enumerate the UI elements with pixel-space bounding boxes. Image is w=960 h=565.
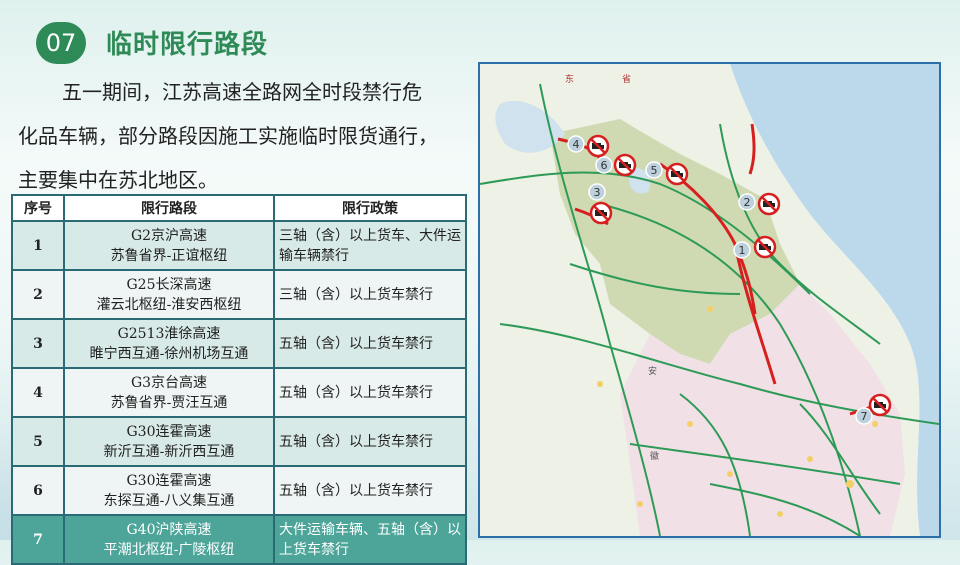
road-name: G25长深高速 bbox=[126, 276, 212, 293]
road-segment: 苏鲁省界-正谊枢纽 bbox=[110, 247, 228, 264]
road-segment: 新沂互通-新沂西互通 bbox=[103, 443, 235, 460]
svg-text:1: 1 bbox=[739, 244, 746, 257]
row-policy: 三轴（含）以上货车、大件运输车辆禁行 bbox=[273, 220, 467, 271]
road-name: G3京台高速 bbox=[130, 374, 208, 391]
map-label: 东 bbox=[565, 73, 574, 85]
svg-text:4: 4 bbox=[573, 138, 580, 151]
row-road: G30连霍高速东探互通-八义集互通 bbox=[63, 465, 275, 516]
road-name: G30连霍高速 bbox=[126, 472, 212, 489]
road-segment: 东探互通-八义集互通 bbox=[103, 492, 235, 509]
no-truck-icon bbox=[586, 134, 610, 158]
marker-7: 7 bbox=[855, 407, 873, 425]
row-road: G2513淮徐高速睢宁西互通-徐州机场互通 bbox=[63, 318, 275, 369]
svg-text:3: 3 bbox=[594, 186, 601, 199]
row-road: G25长深高速灌云北枢纽-淮安西枢纽 bbox=[63, 269, 275, 320]
row-road: G3京台高速苏鲁省界-贾汪互通 bbox=[63, 367, 275, 418]
row-road: G2京沪高速苏鲁省界-正谊枢纽 bbox=[63, 220, 275, 271]
svg-text:2: 2 bbox=[744, 196, 751, 209]
table-row: 5 G30连霍高速新沂互通-新沂西互通 五轴（含）以上货车禁行 bbox=[11, 416, 467, 467]
road-segment: 灌云北枢纽-淮安西枢纽 bbox=[96, 296, 242, 313]
intro-paragraph: 五一期间，江苏高速全路网全时段禁行危 化品车辆，部分路段因施工实施临时限货通行，… bbox=[18, 70, 470, 202]
row-number: 1 bbox=[11, 220, 65, 271]
road-name: G30连霍高速 bbox=[126, 423, 212, 440]
map-label: 省 bbox=[622, 73, 631, 85]
row-number: 2 bbox=[11, 269, 65, 320]
no-truck-icon bbox=[757, 192, 781, 216]
table-row: 3 G2513淮徐高速睢宁西互通-徐州机场互通 五轴（含）以上货车禁行 bbox=[11, 318, 467, 369]
highway-map: 东 省 徽 安 1 2 3 4 5 6 7 bbox=[478, 62, 941, 538]
section-number-badge: 07 bbox=[36, 22, 86, 64]
row-policy: 三轴（含）以上货车禁行 bbox=[273, 269, 467, 320]
no-truck-icon bbox=[868, 393, 892, 417]
row-policy: 五轴（含）以上货车禁行 bbox=[273, 318, 467, 369]
road-name: G40沪陕高速 bbox=[126, 521, 212, 538]
row-number: 3 bbox=[11, 318, 65, 369]
road-name: G2513淮徐高速 bbox=[117, 325, 221, 342]
row-policy: 五轴（含）以上货车禁行 bbox=[273, 416, 467, 467]
table-row: 4 G3京台高速苏鲁省界-贾汪互通 五轴（含）以上货车禁行 bbox=[11, 367, 467, 418]
intro-line-2: 化品车辆，部分路段因施工实施临时限货通行， bbox=[18, 124, 438, 148]
no-truck-icon bbox=[665, 162, 689, 186]
road-segment: 睢宁西互通-徐州机场互通 bbox=[89, 345, 249, 362]
header-policy: 限行政策 bbox=[273, 194, 467, 222]
marker-3: 3 bbox=[588, 183, 606, 201]
map-label: 徽 bbox=[650, 450, 659, 462]
table-row: 6 G30连霍高速东探互通-八义集互通 五轴（含）以上货车禁行 bbox=[11, 465, 467, 516]
header-road: 限行路段 bbox=[63, 194, 275, 222]
row-policy: 五轴（含）以上货车禁行 bbox=[273, 367, 467, 418]
restriction-table: 序号 限行路段 限行政策 1 G2京沪高速苏鲁省界-正谊枢纽 三轴（含）以上货车… bbox=[11, 194, 467, 565]
intro-line-1: 五一期间，江苏高速全路网全时段禁行危 bbox=[62, 80, 422, 104]
no-truck-icon bbox=[613, 153, 637, 177]
row-policy: 五轴（含）以上货车禁行 bbox=[273, 465, 467, 516]
table-row: 1 G2京沪高速苏鲁省界-正谊枢纽 三轴（含）以上货车、大件运输车辆禁行 bbox=[11, 220, 467, 271]
marker-1: 1 bbox=[733, 241, 751, 259]
row-road: G30连霍高速新沂互通-新沂西互通 bbox=[63, 416, 275, 467]
no-truck-icon bbox=[589, 201, 613, 225]
svg-text:5: 5 bbox=[651, 164, 658, 177]
road-segment: 苏鲁省界-贾汪互通 bbox=[110, 394, 228, 411]
svg-text:6: 6 bbox=[601, 159, 608, 172]
row-number: 6 bbox=[11, 465, 65, 516]
marker-2: 2 bbox=[738, 193, 756, 211]
marker-6: 6 bbox=[595, 156, 613, 174]
table-header-row: 序号 限行路段 限行政策 bbox=[11, 194, 467, 222]
marker-4: 4 bbox=[567, 135, 585, 153]
page-title: 临时限行路段 bbox=[106, 30, 269, 60]
table-row: 2 G25长深高速灌云北枢纽-淮安西枢纽 三轴（含）以上货车禁行 bbox=[11, 269, 467, 320]
marker-5: 5 bbox=[645, 161, 663, 179]
map-label: 安 bbox=[648, 365, 657, 377]
no-truck-icon bbox=[753, 235, 777, 259]
road-name: G2京沪高速 bbox=[130, 227, 208, 244]
map-canvas: 东 省 徽 安 1 2 3 4 5 6 7 bbox=[480, 64, 939, 536]
svg-text:7: 7 bbox=[861, 410, 868, 423]
header-number: 序号 bbox=[11, 194, 65, 222]
road-segment: 平潮北枢纽-广陵枢纽 bbox=[103, 541, 235, 558]
row-number: 5 bbox=[11, 416, 65, 467]
row-number: 4 bbox=[11, 367, 65, 418]
